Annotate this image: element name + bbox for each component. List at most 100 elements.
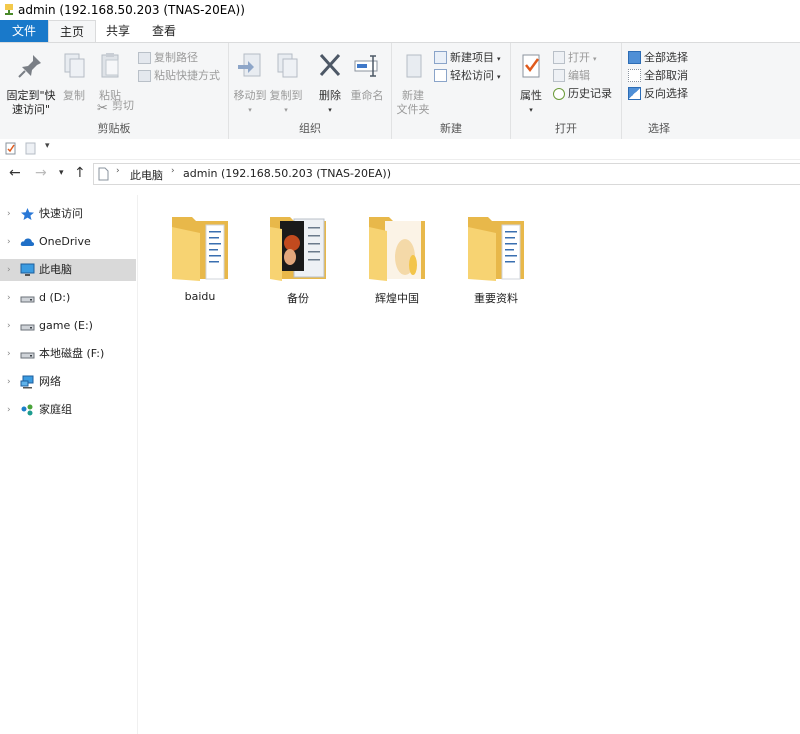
properties-button[interactable]: 属性 ▾ [515, 51, 547, 117]
nav-item-drive-f[interactable]: › 本地磁盘 (F:) [0, 343, 136, 365]
tab-view[interactable]: 查看 [142, 20, 186, 42]
properties-checkmark-icon [522, 54, 540, 78]
computer-icon [20, 263, 35, 276]
expand-chevron-icon[interactable]: › [7, 203, 11, 225]
homegroup-icon [21, 404, 33, 416]
forward-arrow-icon[interactable]: → [35, 165, 47, 181]
nav-item-onedrive[interactable]: › OneDrive [0, 231, 136, 253]
nav-item-quick-access[interactable]: › 快速访问 [0, 203, 136, 225]
group-new: 新建 文件夹 新建项目 ▾ 轻松访问 ▾ 新建 [392, 43, 511, 139]
expand-chevron-icon[interactable]: › [7, 315, 11, 337]
expand-chevron-icon[interactable]: › [7, 343, 11, 365]
pin-quick-access-button[interactable]: 固定到"快 速访问" [4, 51, 58, 117]
easy-access-icon [434, 69, 447, 82]
recent-locations-icon[interactable]: ▾ [59, 168, 64, 178]
copy-to-button[interactable]: 复制到 ▾ [267, 51, 305, 117]
tab-home[interactable]: 主页 [48, 20, 96, 43]
file-list: baidu 备份 辉煌中国 重要资料 [140, 195, 800, 734]
folder-icon [172, 217, 228, 281]
breadcrumb-this-pc[interactable]: 此电脑 [130, 167, 163, 183]
properties-small-icon[interactable] [5, 142, 17, 155]
nav-item-this-pc[interactable]: › 此电脑 [0, 259, 136, 281]
group-organize: 移动到 ▾ 复制到 ▾ 删除 ▾ 重命名 组织 [229, 43, 392, 139]
back-arrow-icon[interactable]: ← [9, 165, 21, 181]
invert-selection-icon [628, 87, 641, 100]
copy-to-icon [277, 53, 298, 78]
customize-toolbar-icon[interactable]: ▾ [45, 141, 50, 151]
properties-label: 属性 [520, 89, 542, 102]
nav-item-drive-d[interactable]: › d (D:) [0, 287, 136, 309]
nav-item-homegroup[interactable]: › 家庭组 [0, 399, 136, 421]
cut-button[interactable]: ✂ 剪切 [96, 97, 134, 116]
copy-path-button[interactable]: 复制路径 [138, 49, 198, 67]
paste-icon [101, 53, 119, 78]
paste-shortcut-button[interactable]: 粘贴快捷方式 [138, 67, 220, 85]
easy-access-dropdown-icon: ▾ [497, 73, 501, 81]
new-folder-button[interactable]: 新建 文件夹 [394, 51, 432, 117]
nav-label-homegroup: 家庭组 [39, 403, 72, 416]
tab-share[interactable]: 共享 [96, 20, 140, 42]
invert-selection-button[interactable]: 反向选择 [628, 85, 688, 103]
folder-item[interactable]: 辉煌中国 [352, 205, 442, 306]
new-item-button[interactable]: 新建项目 ▾ [434, 49, 501, 67]
delete-x-icon [319, 53, 341, 77]
address-bar[interactable]: › 此电脑 › admin (192.168.50.203 (TNAS-20EA… [93, 163, 800, 185]
nav-label-onedrive: OneDrive [39, 235, 91, 248]
new-item-dropdown-icon: ▾ [497, 55, 501, 63]
rename-label: 重命名 [350, 89, 384, 102]
drive-icon [20, 296, 35, 303]
expand-chevron-icon[interactable]: › [7, 371, 11, 393]
edit-button[interactable]: 编辑 [553, 67, 590, 85]
history-label: 历史记录 [568, 87, 612, 100]
folder-name: baidu [184, 290, 216, 303]
copy-icon [64, 53, 85, 78]
folder-name: 辉煌中国 [375, 292, 419, 305]
folder-item[interactable]: baidu [155, 205, 245, 303]
history-button[interactable]: 历史记录 [553, 85, 612, 103]
open-button[interactable]: 打开 ▾ [553, 49, 597, 67]
copy-to-label: 复制到 [269, 89, 303, 102]
folder-item[interactable]: 备份 [253, 205, 343, 306]
select-none-label: 全部取消 [644, 69, 688, 82]
nav-label-this-pc: 此电脑 [39, 263, 72, 276]
invert-selection-label: 反向选择 [644, 87, 688, 100]
folder-name: 重要资料 [474, 292, 518, 305]
organize-group-label: 组织 [299, 122, 321, 135]
breadcrumb-separator-icon[interactable]: › [116, 166, 120, 176]
rename-button[interactable]: 重命名 [347, 51, 387, 103]
move-to-button[interactable]: 移动到 ▾ [231, 51, 269, 117]
select-all-label: 全部选择 [644, 51, 688, 64]
clipboard-group-label: 剪贴板 [97, 122, 131, 135]
paste-shortcut-label: 粘贴快捷方式 [154, 69, 220, 82]
paste-button[interactable]: 粘贴 [92, 51, 128, 103]
nav-item-network[interactable]: › 网络 [0, 371, 136, 393]
breadcrumb-admin[interactable]: admin (192.168.50.203 (TNAS-20EA)) [183, 167, 391, 180]
new-item-label: 新建项目 [450, 51, 494, 64]
easy-access-button[interactable]: 轻松访问 ▾ [434, 67, 501, 85]
select-all-button[interactable]: 全部选择 [628, 49, 688, 67]
folder-name: 备份 [287, 292, 309, 305]
new-folder-label: 新建 [402, 89, 424, 102]
properties-dropdown-icon: ▾ [529, 106, 533, 114]
delete-label: 删除 [319, 89, 341, 102]
edit-label: 编辑 [568, 69, 590, 82]
expand-chevron-icon[interactable]: › [7, 399, 11, 421]
expand-chevron-icon[interactable]: › [7, 231, 11, 253]
nav-item-drive-e[interactable]: › game (E:) [0, 315, 136, 337]
quick-access-toolbar: ▾ [0, 139, 800, 160]
copy-button[interactable]: 复制 [58, 51, 90, 103]
expand-chevron-icon[interactable]: › [7, 287, 11, 309]
pin-label: 固定到"快 [6, 89, 56, 102]
copy-label: 复制 [63, 89, 85, 102]
up-arrow-icon[interactable]: ↑ [74, 165, 86, 181]
new-folder-small-icon[interactable] [25, 142, 37, 155]
delete-button[interactable]: 删除 ▾ [313, 51, 347, 117]
open-icon [553, 51, 565, 64]
select-none-button[interactable]: 全部取消 [628, 67, 688, 85]
expand-chevron-icon[interactable]: › [7, 259, 11, 281]
delete-dropdown-icon: ▾ [328, 106, 332, 114]
breadcrumb-separator-icon[interactable]: › [171, 166, 175, 176]
folder-item[interactable]: 重要资料 [451, 205, 541, 306]
new-group-label: 新建 [440, 122, 462, 135]
tab-file[interactable]: 文件 [0, 20, 48, 42]
